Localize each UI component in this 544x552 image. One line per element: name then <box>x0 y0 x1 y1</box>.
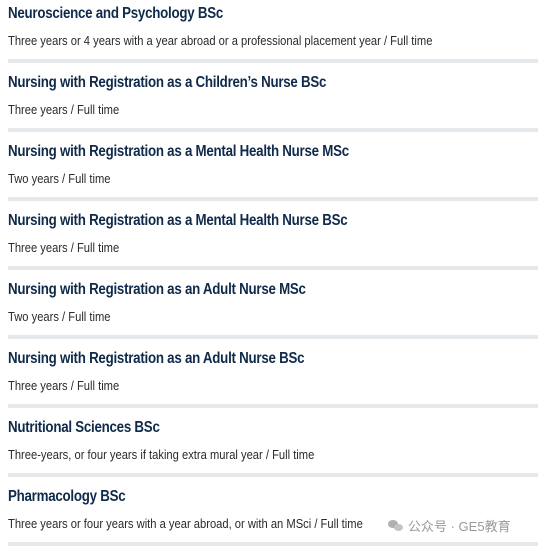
course-list: Neuroscience and Psychology BSc Three ye… <box>8 0 538 552</box>
course-title-link[interactable]: Nursing with Registration as an Adult Nu… <box>8 281 306 299</box>
course-item: Nutritional Sciences BSc Three-years, or… <box>8 414 538 483</box>
course-title-link[interactable]: Nutritional Sciences BSc <box>8 419 160 437</box>
course-item: Nursing with Registration as a Children’… <box>8 69 538 138</box>
course-details: Three-years, or four years if taking ext… <box>8 447 315 462</box>
course-details: Three years or 4 years with a year abroa… <box>8 33 433 48</box>
watermark-text: 公众号 · GE5教育 <box>408 519 511 534</box>
course-title-link[interactable]: Nursing with Registration as a Children’… <box>8 74 326 92</box>
course-title-link[interactable]: Nursing with Registration as an Adult Nu… <box>8 350 305 368</box>
course-item: Nursing with Registration as a Mental He… <box>8 207 538 276</box>
course-details: Three years / Full time <box>8 240 120 255</box>
divider <box>8 266 538 270</box>
divider <box>8 404 538 408</box>
course-title-link[interactable]: Nursing with Registration as a Mental He… <box>8 143 349 161</box>
course-item: Neuroscience and Psychology BSc Three ye… <box>8 0 538 69</box>
wechat-icon <box>388 519 404 532</box>
course-details: Two years / Full time <box>8 171 111 186</box>
divider <box>8 128 538 132</box>
course-item: Nursing with Registration as an Adult Nu… <box>8 345 538 414</box>
course-item: Nursing with Registration as a Mental He… <box>8 138 538 207</box>
course-title-link[interactable]: Pharmacology BSc <box>8 488 126 506</box>
course-title-link[interactable]: Neuroscience and Psychology BSc <box>8 5 223 23</box>
course-details: Two years / Full time <box>8 309 111 324</box>
course-details: Three years or four years with a year ab… <box>8 516 363 531</box>
course-details: Three years / Full time <box>8 102 120 117</box>
course-title-link[interactable]: Nursing with Registration as a Mental He… <box>8 212 348 230</box>
divider <box>8 59 538 63</box>
watermark: 公众号 · GE5教育 <box>388 516 511 535</box>
divider <box>8 335 538 339</box>
course-item: Nursing with Registration as an Adult Nu… <box>8 276 538 345</box>
divider <box>8 542 538 546</box>
divider <box>8 197 538 201</box>
divider <box>8 473 538 477</box>
course-details: Three years / Full time <box>8 378 120 393</box>
